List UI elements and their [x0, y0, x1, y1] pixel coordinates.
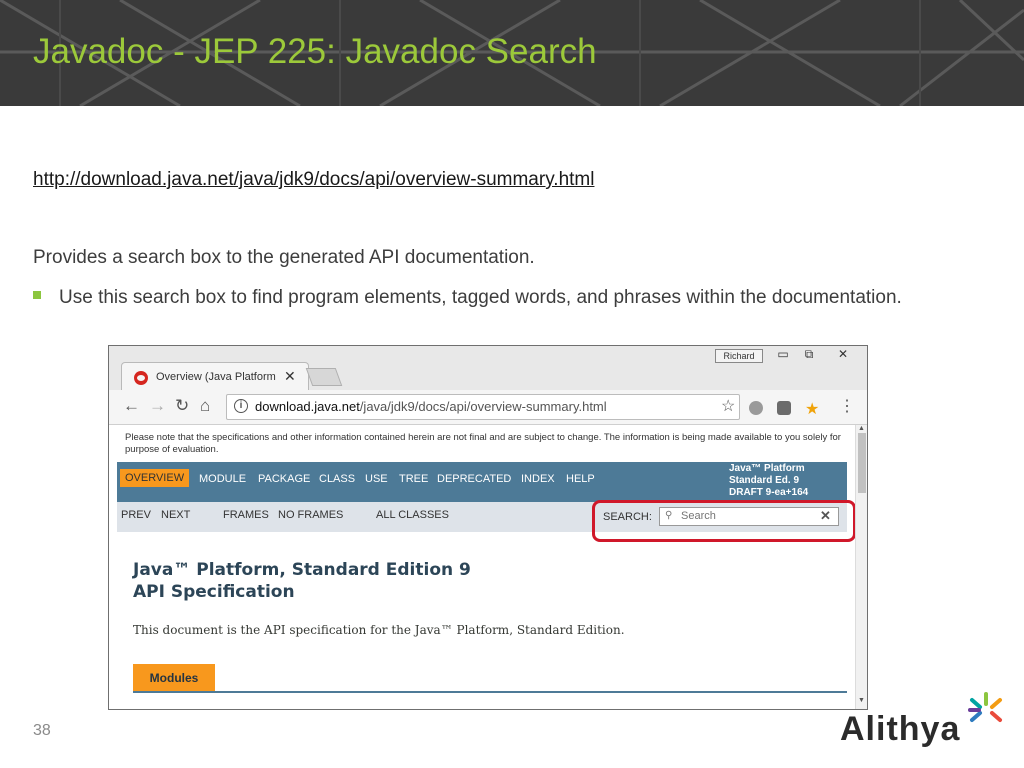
scrollbar[interactable]: ▲ ▼ [855, 425, 867, 709]
back-icon[interactable]: ← [123, 396, 140, 416]
nav-no-frames[interactable]: NO FRAMES [278, 509, 343, 521]
minimize-icon[interactable]: ▭ [771, 347, 795, 361]
nav-class[interactable]: CLASS [319, 473, 355, 485]
bullet-text: Use this search box to find program elem… [59, 287, 902, 308]
logo-text: Alithya [840, 710, 961, 748]
slide-title: Javadoc - JEP 225: Javadoc Search [33, 32, 597, 71]
platform-label: Java™ Platform Standard Ed. 9 DRAFT 9-ea… [729, 463, 809, 498]
nav-use[interactable]: USE [365, 473, 388, 485]
bookmark-star-icon[interactable]: ☆ [721, 396, 735, 416]
oracle-favicon-icon [134, 371, 148, 385]
restore-icon[interactable]: ⧉ [797, 347, 821, 362]
extension-icon[interactable] [777, 401, 791, 415]
new-tab-button[interactable] [305, 368, 343, 386]
url-text: download.java.net/java/jdk9/docs/api/ove… [255, 399, 607, 414]
tab-close-icon[interactable]: ✕ [284, 368, 296, 385]
nav-all-classes[interactable]: ALL CLASSES [376, 509, 449, 521]
javadoc-navbar: OVERVIEW MODULE PACKAGE CLASS USE TREE D… [117, 462, 847, 502]
modules-tab[interactable]: Modules [133, 664, 215, 692]
tab-title: Overview (Java Platform [156, 371, 276, 383]
modules-divider [133, 691, 847, 693]
page-content: Please note that the specifications and … [109, 425, 855, 709]
api-title: Java™ Platform, Standard Edition 9 API S… [133, 560, 471, 602]
alithya-logo: Alithya [838, 690, 1008, 754]
nav-deprecated[interactable]: DEPRECATED [437, 473, 511, 485]
page-number: 38 [33, 722, 51, 739]
nav-tree[interactable]: TREE [399, 473, 428, 485]
browser-screenshot: Overview (Java Platform ✕ Richard ▭ ⧉ ✕ … [108, 345, 868, 710]
nav-package[interactable]: PACKAGE [258, 473, 310, 485]
address-bar[interactable]: i download.java.net/java/jdk9/docs/api/o… [226, 394, 740, 420]
extension-star-icon[interactable]: ★ [805, 399, 819, 418]
bullet-square-icon [33, 291, 41, 299]
nav-index[interactable]: INDEX [521, 473, 555, 485]
nav-frames[interactable]: FRAMES [223, 509, 269, 521]
browser-menu-icon[interactable]: ⋮ [839, 396, 855, 416]
user-profile-badge[interactable]: Richard [715, 349, 763, 363]
nav-next[interactable]: NEXT [161, 509, 190, 521]
info-icon[interactable]: i [234, 399, 248, 413]
browser-toolbar: ← → ↻ ⌂ i download.java.net/java/jdk9/do… [109, 390, 867, 425]
nav-prev[interactable]: PREV [121, 509, 151, 521]
api-overview-link[interactable]: http://download.java.net/java/jdk9/docs/… [33, 169, 594, 191]
forward-icon[interactable]: → [149, 396, 166, 416]
body-text: Provides a search box to the generated A… [33, 247, 535, 268]
nav-help[interactable]: HELP [566, 473, 595, 485]
logo-star-icon [968, 692, 1002, 722]
extension-icon[interactable] [749, 401, 763, 415]
home-icon[interactable]: ⌂ [200, 396, 210, 416]
slide-header: Javadoc - JEP 225: Javadoc Search [0, 0, 1024, 106]
nav-overview[interactable]: OVERVIEW [120, 469, 190, 487]
scroll-up-icon[interactable]: ▲ [858, 425, 865, 432]
reload-icon[interactable]: ↻ [175, 396, 189, 416]
api-description: This document is the API specification f… [133, 623, 625, 637]
nav-module[interactable]: MODULE [199, 473, 246, 485]
window-close-icon[interactable]: ✕ [831, 347, 855, 361]
draft-notice: Please note that the specifications and … [125, 432, 841, 455]
scroll-thumb[interactable] [858, 433, 866, 493]
search-highlight-annotation [592, 500, 856, 542]
